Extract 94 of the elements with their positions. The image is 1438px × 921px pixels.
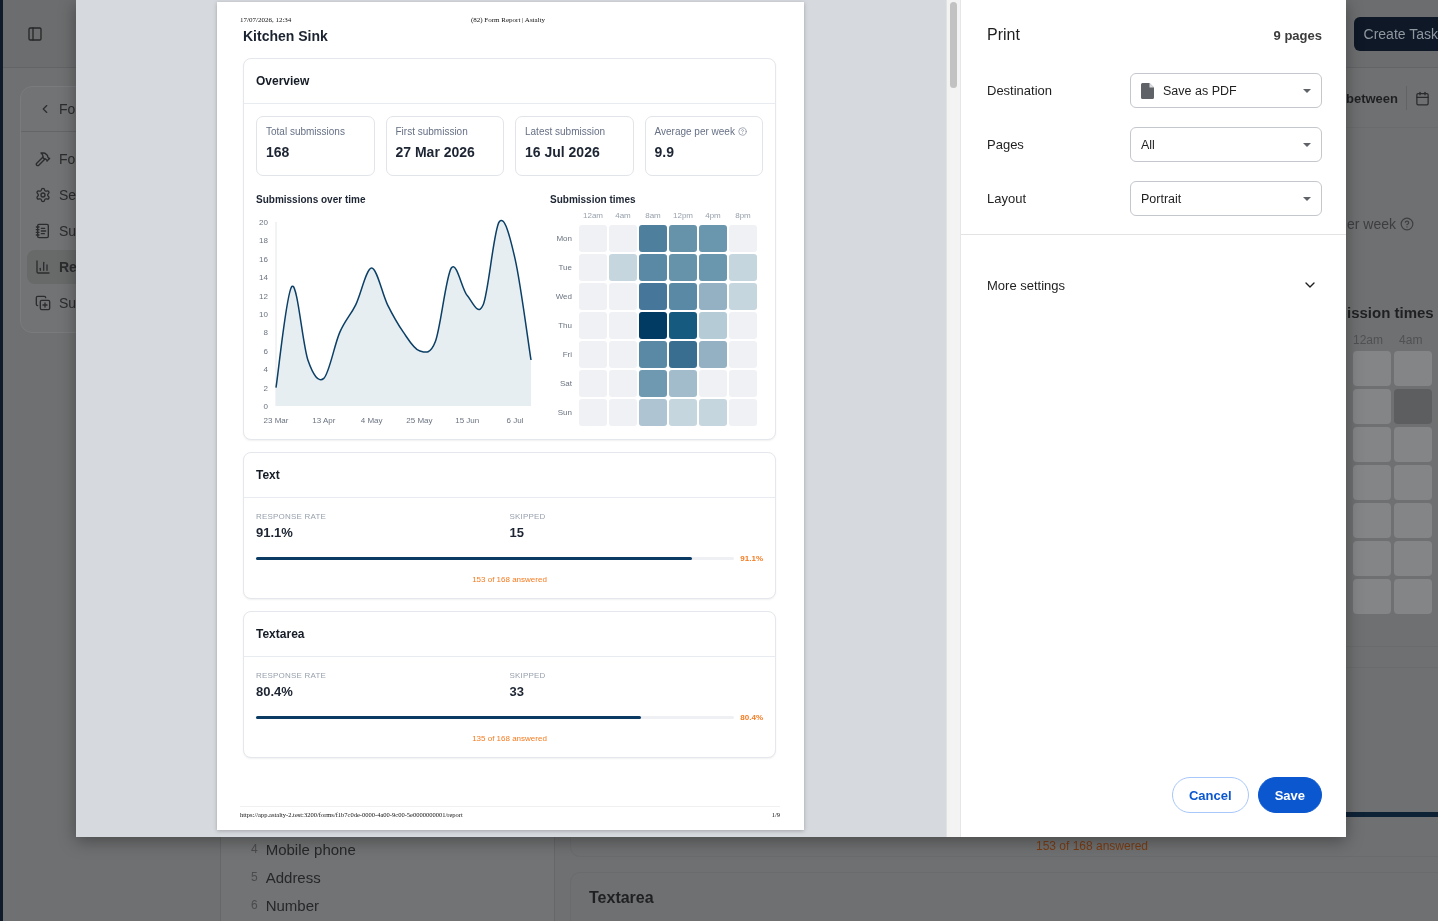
chart-title: ission times (1347, 304, 1435, 321)
caret-icon (1303, 196, 1311, 201)
back-link[interactable]: Fo (59, 101, 76, 117)
answered-count: 135 of 168 answered (471, 734, 548, 743)
report-title: Kitchen Sink (243, 28, 329, 44)
field-label[interactable]: Mobile phone (265, 840, 356, 858)
y-tick-label: 18 (259, 236, 268, 246)
setting-select[interactable]: All (1130, 127, 1322, 162)
sidebar-item[interactable]: Su (27, 214, 213, 248)
stat-label: Total submissions (266, 126, 345, 137)
day-label: Mon (555, 233, 573, 245)
y-tick-label: 16 (259, 254, 268, 264)
setting-select[interactable]: Save as PDF (1130, 73, 1322, 108)
metric-label: RESPONSE RATE (256, 671, 328, 680)
sidebar-toggle-icon[interactable] (27, 25, 43, 42)
day-label: Wed (554, 291, 573, 303)
filter-label[interactable]: between (1346, 90, 1398, 106)
create-task-button[interactable]: Create Task (1353, 16, 1438, 51)
chart-title: Submission times (550, 194, 637, 205)
answered-count: 153 of 168 answered (1035, 839, 1149, 853)
card-title: Textarea (256, 627, 305, 641)
cancel-button[interactable]: Cancel (1172, 777, 1249, 813)
y-tick-label: 14 (259, 273, 268, 283)
hammer-icon (35, 151, 51, 167)
setting-select[interactable]: Portrait (1130, 181, 1322, 216)
copy-plus-icon (35, 295, 51, 311)
field-label[interactable]: Address (265, 868, 321, 886)
stat-label: Latest submission (525, 126, 606, 137)
metric-value: 33 (509, 684, 525, 699)
help-icon[interactable] (1400, 217, 1415, 231)
metric-value: 15 (509, 525, 525, 540)
settings-icon (35, 187, 51, 203)
y-tick-label: 12 (259, 291, 268, 301)
scrollbar[interactable] (946, 0, 960, 837)
y-tick-label: 2 (263, 383, 268, 393)
metric-label: SKIPPED (509, 671, 547, 680)
card-title: Textarea (589, 889, 655, 907)
card-title: Overview (256, 74, 310, 88)
chart-title: Submissions over time (256, 194, 367, 205)
x-tick-label: 6 Jul (506, 416, 524, 425)
page-count: 9 pages (1273, 27, 1322, 43)
x-tick-label: 23 Mar (263, 416, 289, 425)
hour-label: 8am (644, 211, 662, 222)
day-label: Sun (556, 407, 573, 419)
x-tick-label: 15 Jun (455, 416, 480, 425)
day-label: Tue (557, 262, 573, 274)
calendar-icon[interactable] (1415, 90, 1430, 106)
card-title: Text (256, 468, 280, 482)
hour-label: 8pm (734, 211, 752, 222)
y-tick-label: 20 (259, 218, 268, 227)
caret-icon (1303, 88, 1311, 93)
metric-label: RESPONSE RATE (256, 512, 328, 521)
day-label: Sat (559, 378, 573, 390)
stat-value: 27 Mar 2026 (395, 144, 476, 160)
field-label[interactable]: Number (265, 896, 320, 914)
sidebar-item[interactable]: Se (27, 178, 213, 212)
stat-value: 16 Jul 2026 (525, 144, 601, 160)
setting-label: Destination (987, 83, 1053, 98)
hour-label: 12am (582, 211, 604, 222)
hour-label: 4pm (704, 211, 722, 222)
stat-value: 9.9 (654, 144, 675, 160)
bar-chart-icon (35, 259, 51, 275)
sidebar-item[interactable]: Su (27, 286, 213, 320)
x-tick-label: 4 May (360, 416, 383, 425)
metric-label: SKIPPED (509, 512, 547, 521)
caret-icon (1303, 142, 1311, 147)
x-tick-label: 25 May (406, 416, 433, 425)
hour-label: 12pm (672, 211, 694, 222)
y-tick-label: 0 (263, 402, 268, 411)
answered-count: 153 of 168 answered (471, 575, 548, 584)
setting-label: Pages (987, 137, 1024, 152)
metric-value: 80.4% (256, 684, 294, 699)
more-settings-toggle[interactable]: More settings (961, 235, 1346, 307)
stat-value: 168 (266, 144, 291, 160)
y-tick-label: 8 (263, 328, 268, 338)
metric-value: 91.1% (256, 525, 294, 540)
progress-percent: 91.1% (740, 554, 763, 563)
day-label: Thu (557, 320, 573, 332)
help-icon[interactable] (737, 127, 747, 136)
day-label: Fri (561, 349, 573, 361)
file-icon (1141, 82, 1154, 99)
dialog-title: Print (987, 26, 1020, 44)
y-tick-label: 10 (259, 310, 268, 319)
sidebar-item[interactable]: Fo (27, 142, 213, 176)
stat-label: Average per week (654, 126, 735, 137)
notebook-icon (35, 223, 51, 239)
x-tick-label: 13 Apr (312, 416, 336, 425)
progress-percent: 80.4% (740, 713, 763, 722)
y-tick-label: 6 (263, 346, 268, 356)
hour-label: 4am (614, 211, 632, 222)
y-tick-label: 4 (263, 365, 268, 375)
stat-label: First submission (395, 126, 468, 137)
setting-label: Layout (987, 191, 1027, 206)
save-button[interactable]: Save (1257, 777, 1322, 813)
